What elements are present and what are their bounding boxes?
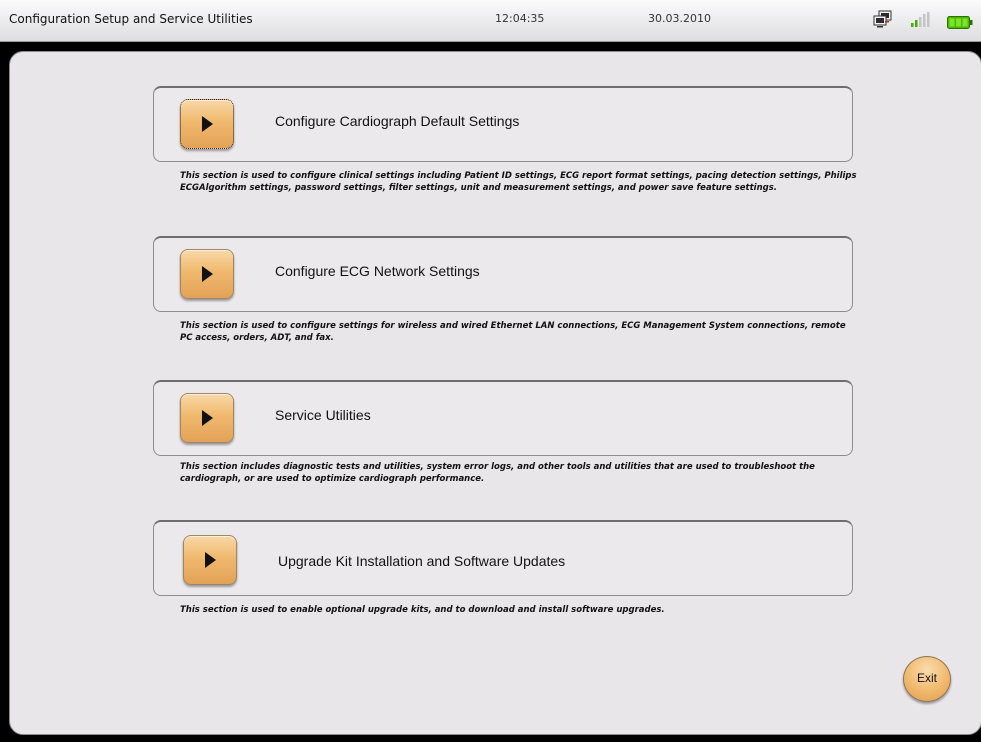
app-title: Configuration Setup and Service Utilitie… xyxy=(9,12,253,26)
title-bar: Configuration Setup and Service Utilitie… xyxy=(0,0,981,42)
service-utilities-button[interactable] xyxy=(180,393,234,443)
upgrade-kit-button[interactable] xyxy=(183,535,237,585)
exit-label: Exit xyxy=(916,671,937,685)
section-upgrade-kit[interactable]: Upgrade Kit Installation and Software Up… xyxy=(153,520,853,596)
battery-icon xyxy=(947,15,973,34)
cardiograph-settings-button[interactable] xyxy=(180,99,234,149)
cardiograph-settings-label: Configure Cardiograph Default Settings xyxy=(275,113,520,129)
network-settings-description: This section is used to configure settin… xyxy=(180,321,846,343)
play-arrow-icon xyxy=(205,552,216,568)
service-utilities-label: Service Utilities xyxy=(275,407,371,423)
network-icon xyxy=(873,10,893,32)
upgrade-kit-description: This section is used to enable optional … xyxy=(180,605,665,615)
upgrade-kit-label: Upgrade Kit Installation and Software Up… xyxy=(278,553,566,569)
exit-button[interactable]: Exit xyxy=(903,656,951,702)
play-arrow-icon xyxy=(202,266,213,282)
network-settings-label: Configure ECG Network Settings xyxy=(275,263,480,279)
clock-time: 12:04:35 xyxy=(495,12,545,25)
signal-strength-icon xyxy=(911,12,931,32)
section-cardiograph-settings[interactable]: Configure Cardiograph Default Settings xyxy=(153,86,853,162)
section-network-settings[interactable]: Configure ECG Network Settings xyxy=(153,236,853,312)
service-utilities-description: This section includes diagnostic tests a… xyxy=(180,462,815,484)
network-settings-button[interactable] xyxy=(180,249,234,299)
clock-date: 30.03.2010 xyxy=(648,12,711,25)
play-arrow-icon xyxy=(202,116,213,132)
cardiograph-settings-description: This section is used to configure clinic… xyxy=(180,171,857,193)
section-service-utilities[interactable]: Service Utilities xyxy=(153,380,853,456)
play-arrow-icon xyxy=(202,410,213,426)
